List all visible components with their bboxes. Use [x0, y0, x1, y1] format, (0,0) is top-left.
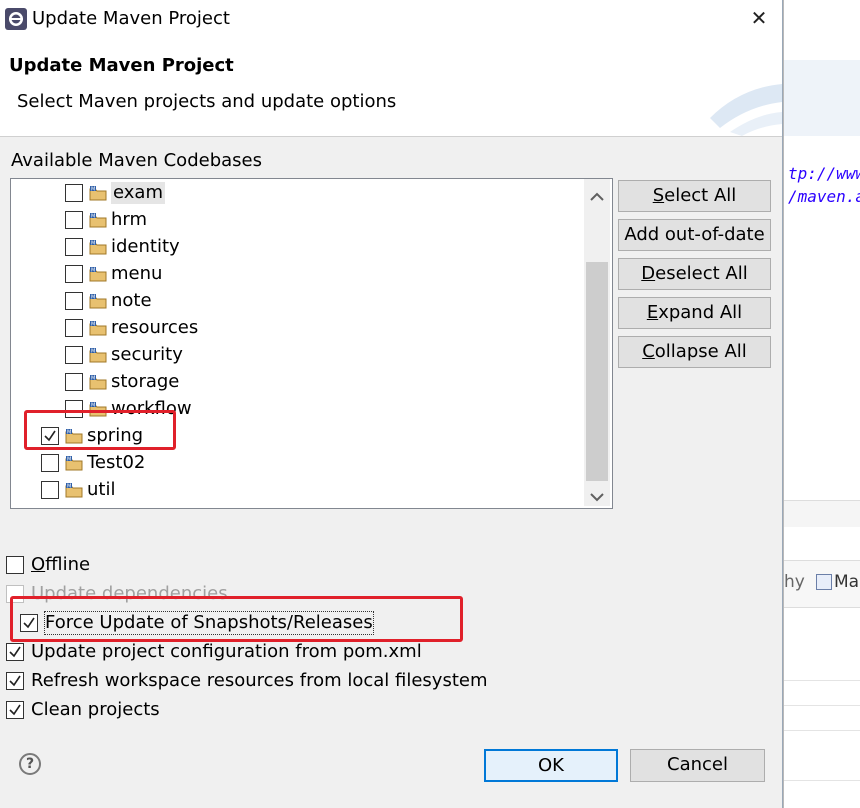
refresh-workspace-checkbox[interactable] [6, 672, 24, 690]
tree-item[interactable]: Msecurity [11, 342, 586, 369]
svg-text:M: M [91, 187, 95, 193]
ok-button[interactable]: OK [484, 749, 618, 782]
banner-subtitle: Select Maven projects and update options [17, 91, 397, 112]
highlight-box-spring [24, 410, 176, 450]
svg-text:M: M [91, 214, 95, 220]
tree-item-checkbox[interactable] [65, 319, 83, 337]
deselect-all-button[interactable]: Deselect All [618, 258, 771, 290]
tree-item-label: security [111, 344, 183, 365]
background-divider [784, 705, 860, 706]
tree-item-checkbox[interactable] [41, 454, 59, 472]
tree-item[interactable]: Mmenu [11, 261, 586, 288]
help-icon[interactable]: ? [19, 753, 41, 775]
close-icon[interactable]: ✕ [748, 6, 770, 30]
banner-title: Update Maven Project [9, 55, 234, 76]
tree-item-checkbox[interactable] [41, 481, 59, 499]
tree-item-checkbox[interactable] [65, 346, 83, 364]
tree-item-checkbox[interactable] [65, 292, 83, 310]
window-title: Update Maven Project [32, 8, 230, 29]
svg-text:M: M [91, 349, 95, 355]
maven-project-icon: M [89, 293, 107, 309]
update-config-label: Update project configuration from pom.xm… [31, 641, 422, 662]
tree-item-checkbox[interactable] [65, 211, 83, 229]
update-maven-dialog: Update Maven Project ✕ Update Maven Proj… [0, 0, 783, 808]
tree-item-label: storage [111, 371, 180, 392]
svg-text:M: M [91, 403, 95, 409]
svg-text:M: M [91, 295, 95, 301]
scrollbar-thumb[interactable] [586, 262, 608, 481]
background-code-line-1: tp://www [788, 164, 860, 183]
maven-project-icon: M [89, 347, 107, 363]
tree-item-checkbox[interactable] [65, 373, 83, 391]
codebases-tree[interactable]: Mexam Mhrm Midentity Mmenu Mnote Mresources Ms… [10, 178, 613, 509]
background-divider [784, 730, 860, 731]
tree-item[interactable]: Mresources [11, 315, 586, 342]
tree-item-checkbox[interactable] [65, 238, 83, 256]
maven-project-icon: M [89, 374, 107, 390]
add-out-of-date-button[interactable]: Add out-of-date [618, 219, 771, 251]
eclipse-app-icon [4, 7, 28, 31]
svg-text:M: M [91, 241, 95, 247]
background-tab-bar: hy Ma [784, 560, 860, 608]
refresh-workspace-label: Refresh workspace resources from local f… [31, 670, 488, 691]
maven-tab-icon [816, 574, 832, 590]
tree-item-label: menu [111, 263, 163, 284]
tree-item[interactable]: Mutil [11, 477, 586, 504]
tree-item-label: note [111, 290, 152, 311]
background-tab-text: hy [784, 572, 805, 592]
update-config-checkbox[interactable] [6, 643, 24, 661]
clean-projects-checkbox[interactable] [6, 701, 24, 719]
clean-projects-label: Clean projects [31, 699, 160, 720]
tree-item-checkbox[interactable] [65, 265, 83, 283]
maven-project-icon: M [89, 212, 107, 228]
banner-decoration-icon [700, 58, 782, 136]
svg-text:M: M [67, 457, 71, 463]
title-bar: Update Maven Project ✕ [0, 0, 782, 38]
maven-project-icon: M [89, 185, 107, 201]
svg-text:M: M [67, 484, 71, 490]
background-divider [784, 680, 860, 681]
svg-text:M: M [91, 268, 95, 274]
scroll-up-icon[interactable] [590, 187, 604, 206]
offline-label: Offline [31, 554, 91, 575]
tree-item-label: identity [111, 236, 180, 257]
background-divider [784, 780, 860, 781]
maven-project-icon: M [65, 455, 83, 471]
scroll-down-icon[interactable] [590, 487, 604, 506]
tree-item[interactable]: Mnote [11, 288, 586, 315]
expand-all-button[interactable]: Expand All [618, 297, 771, 329]
offline-checkbox[interactable] [6, 556, 24, 574]
tree-item[interactable]: Midentity [11, 234, 586, 261]
tree-item[interactable]: Mexam [11, 180, 586, 207]
background-banner-strip [784, 60, 860, 136]
tree-item-label: resources [111, 317, 199, 338]
maven-project-icon: M [65, 482, 83, 498]
background-tab-label: Ma [834, 572, 860, 592]
background-panel-header [784, 500, 860, 527]
svg-text:M: M [91, 322, 95, 328]
maven-project-icon: M [89, 320, 107, 336]
tree-item-label: util [87, 479, 116, 500]
maven-project-icon: M [89, 266, 107, 282]
tree-item-label: exam [111, 182, 165, 204]
tree-item-label: hrm [111, 209, 148, 230]
cancel-button[interactable]: Cancel [630, 749, 765, 782]
tree-item[interactable]: M Test02 [11, 450, 586, 477]
dialog-banner: Update Maven Project Select Maven projec… [0, 38, 782, 137]
maven-project-icon: M [89, 239, 107, 255]
background-code-line-2: /maven.a [788, 187, 860, 206]
tree-item-label: Test02 [87, 452, 146, 473]
background-editor: tp://www /maven.a hy Ma [783, 0, 860, 808]
codebases-label: Available Maven Codebases [11, 150, 262, 171]
svg-text:M: M [91, 376, 95, 382]
tree-item[interactable]: Mstorage [11, 369, 586, 396]
tree-item[interactable]: Mhrm [11, 207, 586, 234]
collapse-all-button[interactable]: Collapse All [618, 336, 771, 368]
select-all-button[interactable]: Select All [618, 180, 771, 212]
tree-item-checkbox[interactable] [65, 184, 83, 202]
highlight-box-force-update [10, 596, 463, 642]
